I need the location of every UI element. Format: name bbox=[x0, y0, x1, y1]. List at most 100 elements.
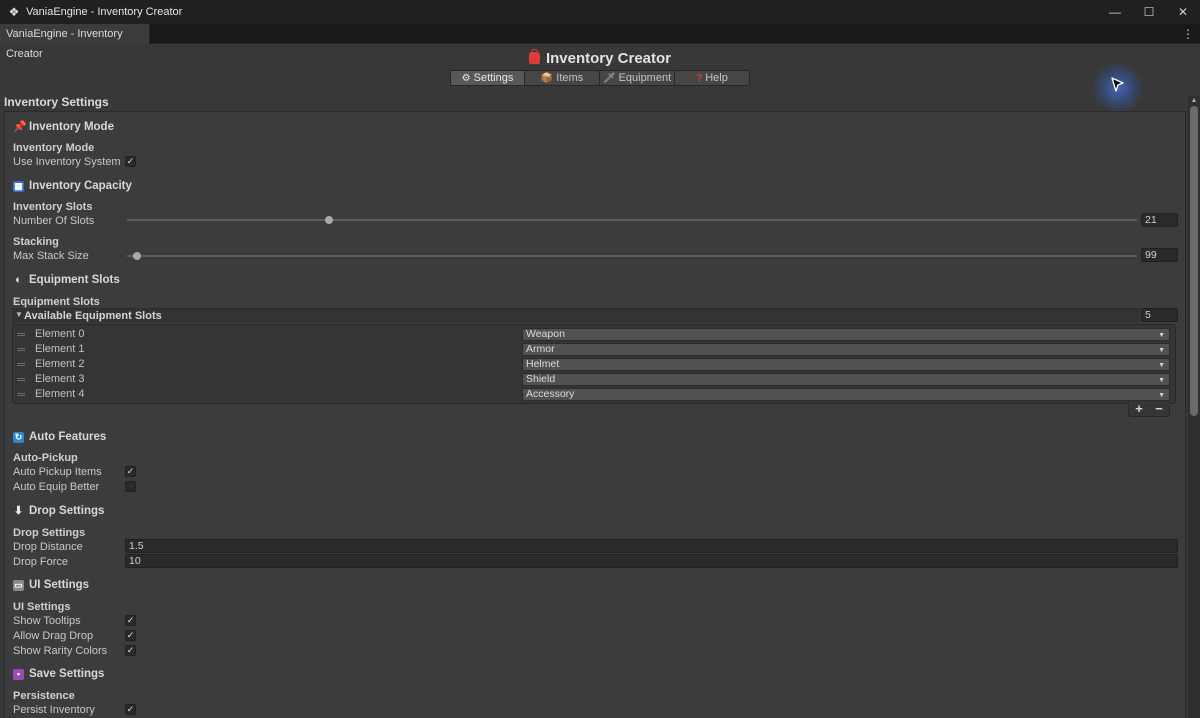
element-label: Element 1 bbox=[35, 343, 85, 355]
window-titlebar: ❖ VaniaEngine - Inventory Creator — ☐ ✕ bbox=[0, 0, 1200, 24]
max-stack-size-label: Max Stack Size bbox=[13, 250, 89, 262]
scroll-up-icon[interactable]: ▲ bbox=[1188, 96, 1200, 106]
tool-tabs: ⚙ Settings 📦 Items 🗡 Equipment ? Help bbox=[450, 70, 750, 86]
element-label: Element 2 bbox=[35, 358, 85, 370]
element-label: Element 4 bbox=[35, 388, 85, 400]
list-item: Element 2 Helmet ▼ bbox=[13, 357, 1175, 372]
number-of-slots-label: Number Of Slots bbox=[13, 215, 95, 227]
drag-handle-icon[interactable] bbox=[17, 393, 25, 396]
chevron-down-icon: ▼ bbox=[1158, 347, 1165, 354]
element-label: Element 0 bbox=[35, 328, 85, 340]
group-title-text: Equipment Slots bbox=[29, 274, 120, 286]
scrollbar-thumb[interactable] bbox=[1190, 106, 1198, 416]
element-dropdown[interactable]: Armor ▼ bbox=[522, 343, 1170, 356]
drop-force-label: Drop Force bbox=[13, 556, 69, 568]
tab-settings[interactable]: ⚙ Settings bbox=[450, 70, 525, 86]
chevron-down-icon: ▼ bbox=[1158, 332, 1165, 339]
group-title-text: Inventory Mode bbox=[29, 121, 114, 133]
shield-icon: ◐ bbox=[15, 273, 22, 286]
number-of-slots-slider-handle[interactable] bbox=[325, 216, 333, 224]
number-of-slots-field[interactable]: 21 bbox=[1141, 213, 1178, 227]
persist-inventory-checkbox[interactable]: ✓ bbox=[125, 704, 136, 715]
bar-chart-icon: ▦ bbox=[13, 180, 24, 192]
subtitle-inventory-slots: Inventory Slots bbox=[13, 201, 93, 213]
auto-pickup-items-label: Auto Pickup Items bbox=[13, 466, 102, 478]
tab-help[interactable]: ? Help bbox=[675, 70, 750, 86]
window-title: VaniaEngine - Inventory Creator bbox=[26, 6, 183, 18]
persist-inventory-label: Persist Inventory bbox=[13, 704, 95, 716]
available-equipment-slots-foldout[interactable]: ▼ Available Equipment Slots bbox=[12, 308, 1140, 323]
show-tooltips-label: Show Tooltips bbox=[13, 615, 81, 627]
show-rarity-colors-checkbox[interactable]: ✓ bbox=[125, 645, 136, 656]
drop-distance-field[interactable]: 1.5 bbox=[125, 539, 1178, 553]
tab-label: Help bbox=[705, 72, 728, 84]
drag-handle-icon[interactable] bbox=[17, 378, 25, 381]
drop-distance-label: Drop Distance bbox=[13, 541, 83, 553]
subtitle-persistence: Persistence bbox=[13, 690, 75, 702]
dagger-icon: 🗡 bbox=[602, 73, 616, 84]
mouse-cursor bbox=[1092, 62, 1144, 114]
group-title-text: Save Settings bbox=[29, 668, 105, 680]
tab-equipment[interactable]: 🗡 Equipment bbox=[600, 70, 675, 86]
backpack-icon bbox=[528, 49, 540, 64]
subtitle-auto-pickup: Auto-Pickup bbox=[13, 452, 78, 464]
vertical-scrollbar[interactable]: ▲ bbox=[1188, 96, 1200, 718]
list-item: Element 3 Shield ▼ bbox=[13, 372, 1175, 387]
group-title-text: UI Settings bbox=[29, 579, 90, 591]
list-item: Element 1 Armor ▼ bbox=[13, 342, 1175, 357]
subtitle-drop-settings: Drop Settings bbox=[13, 527, 86, 539]
gear-icon: ⚙ bbox=[461, 73, 471, 84]
element-dropdown[interactable]: Accessory ▼ bbox=[522, 388, 1170, 401]
equipment-slots-list: Element 0 Weapon ▼ Element 1 Armor ▼ Eleme… bbox=[12, 324, 1176, 404]
maximize-button[interactable]: ☐ bbox=[1132, 0, 1166, 24]
chevron-down-icon: ▼ bbox=[1158, 392, 1165, 399]
list-controls: + − bbox=[1128, 402, 1170, 417]
group-title-save-settings: ▪ Save Settings bbox=[13, 668, 104, 680]
dropdown-value: Shield bbox=[526, 373, 556, 385]
editor-window-tab[interactable]: VaniaEngine - Inventory Creator bbox=[0, 24, 150, 60]
show-tooltips-checkbox[interactable]: ✓ bbox=[125, 615, 136, 626]
drag-handle-icon[interactable] bbox=[17, 348, 25, 351]
page-title: Inventory Creator bbox=[0, 49, 1200, 67]
element-dropdown[interactable]: Shield ▼ bbox=[522, 373, 1170, 386]
use-inventory-system-checkbox[interactable]: ✓ bbox=[125, 156, 136, 167]
max-stack-size-slider[interactable] bbox=[127, 255, 1137, 257]
group-title-text: Auto Features bbox=[29, 431, 107, 443]
dropdown-value: Armor bbox=[526, 343, 555, 355]
page-title-text: Inventory Creator bbox=[545, 50, 672, 67]
element-dropdown[interactable]: Helmet ▼ bbox=[522, 358, 1170, 371]
subtitle-ui-settings: UI Settings bbox=[13, 601, 71, 613]
allow-drag-drop-checkbox[interactable]: ✓ bbox=[125, 630, 136, 641]
group-title-drop-settings: ⬇ Drop Settings bbox=[13, 504, 105, 517]
chevron-down-icon: ▼ bbox=[1158, 377, 1165, 384]
use-inventory-system-label: Use Inventory System bbox=[13, 156, 121, 168]
tab-items[interactable]: 📦 Items bbox=[525, 70, 600, 86]
dropdown-value: Helmet bbox=[526, 358, 560, 370]
tab-label: Equipment bbox=[618, 72, 672, 84]
tool-header: Inventory Creator ⚙ Settings 📦 Items 🗡 Equi… bbox=[0, 44, 1200, 94]
drop-force-field[interactable]: 10 bbox=[125, 554, 1178, 568]
remove-element-button[interactable]: − bbox=[1149, 402, 1169, 416]
arrow-down-icon: ⬇ bbox=[13, 504, 24, 517]
max-stack-size-field[interactable]: 99 bbox=[1141, 248, 1178, 262]
equipment-slots-count-field[interactable]: 5 bbox=[1141, 308, 1178, 322]
floppy-disk-icon: ▪ bbox=[13, 668, 24, 680]
element-dropdown[interactable]: Weapon ▼ bbox=[522, 328, 1170, 341]
drag-handle-icon[interactable] bbox=[17, 363, 25, 366]
chevron-down-icon: ▼ bbox=[1158, 362, 1165, 369]
minimize-button[interactable]: — bbox=[1098, 0, 1132, 24]
add-element-button[interactable]: + bbox=[1129, 402, 1149, 416]
subtitle-inventory-mode: Inventory Mode bbox=[13, 142, 95, 154]
close-button[interactable]: ✕ bbox=[1166, 0, 1200, 24]
more-options-icon[interactable]: ⋮ bbox=[1182, 24, 1194, 44]
show-rarity-colors-label: Show Rarity Colors bbox=[13, 645, 108, 657]
auto-pickup-items-checkbox[interactable]: ✓ bbox=[125, 466, 136, 477]
settings-panel bbox=[4, 111, 1186, 718]
drag-handle-icon[interactable] bbox=[17, 333, 25, 336]
window-controls: — ☐ ✕ bbox=[1098, 0, 1200, 24]
dropdown-value: Weapon bbox=[526, 328, 565, 340]
number-of-slots-slider[interactable] bbox=[127, 219, 1137, 221]
auto-equip-better-label: Auto Equip Better bbox=[13, 481, 100, 493]
auto-equip-better-checkbox[interactable] bbox=[125, 481, 136, 492]
refresh-icon: ↻ bbox=[13, 431, 24, 443]
